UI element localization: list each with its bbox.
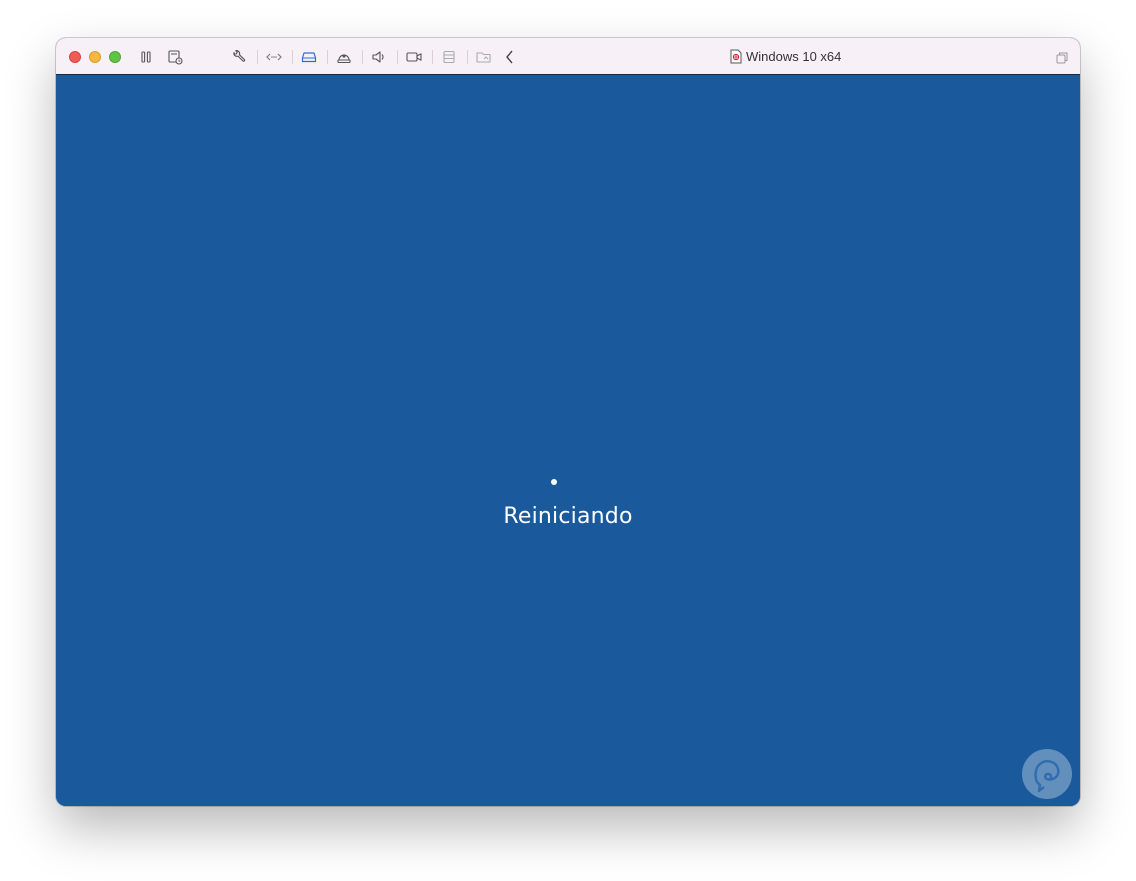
wrench-icon bbox=[233, 50, 246, 62]
watermark-logo-icon bbox=[1022, 749, 1072, 799]
network-arrows-icon bbox=[266, 53, 282, 61]
webcam-icon bbox=[337, 54, 351, 64]
pause-icon bbox=[141, 51, 151, 63]
toolbar-separator bbox=[397, 50, 398, 64]
sound-button[interactable] bbox=[369, 47, 389, 67]
storage-icon bbox=[443, 50, 455, 64]
shared-folders-button[interactable] bbox=[474, 47, 494, 67]
folder-icon bbox=[476, 52, 491, 63]
loading-spinner bbox=[551, 479, 557, 485]
toolbar-separator bbox=[467, 50, 468, 64]
toolbar-separator bbox=[292, 50, 293, 64]
vm-window: Windows 10 x64 Reiniciando bbox=[56, 38, 1080, 806]
speaker-icon bbox=[372, 51, 384, 63]
document-icon bbox=[730, 49, 742, 64]
snapshot-icon bbox=[168, 50, 183, 65]
chevron-left-icon bbox=[506, 50, 513, 64]
video-button[interactable] bbox=[404, 47, 424, 67]
restore-button[interactable] bbox=[1056, 51, 1068, 64]
toolbar-separator bbox=[327, 50, 328, 64]
window-title-text: Windows 10 x64 bbox=[746, 49, 842, 64]
zoom-button[interactable] bbox=[109, 51, 121, 63]
network-button[interactable] bbox=[264, 47, 284, 67]
toolbar-separator bbox=[362, 50, 363, 64]
disk-button[interactable] bbox=[299, 47, 319, 67]
guest-display[interactable]: Reiniciando bbox=[56, 75, 1080, 806]
toolbar-separator bbox=[432, 50, 433, 64]
pause-button[interactable] bbox=[136, 47, 156, 67]
restore-icon bbox=[1056, 52, 1068, 64]
webcam-button[interactable] bbox=[334, 47, 354, 67]
video-camera-icon bbox=[406, 52, 422, 62]
back-button[interactable] bbox=[500, 47, 520, 67]
toolbar-separator bbox=[257, 50, 258, 64]
title-bar[interactable]: Windows 10 x64 bbox=[56, 38, 1080, 75]
snapshot-button[interactable] bbox=[165, 47, 185, 67]
settings-button[interactable] bbox=[229, 47, 249, 67]
close-button[interactable] bbox=[69, 51, 81, 63]
hard-disk-icon bbox=[301, 52, 317, 63]
usb-button[interactable] bbox=[439, 47, 459, 67]
minimize-button[interactable] bbox=[89, 51, 101, 63]
window-title: Windows 10 x64 bbox=[730, 38, 841, 75]
restart-status-text: Reiniciando bbox=[503, 504, 633, 529]
